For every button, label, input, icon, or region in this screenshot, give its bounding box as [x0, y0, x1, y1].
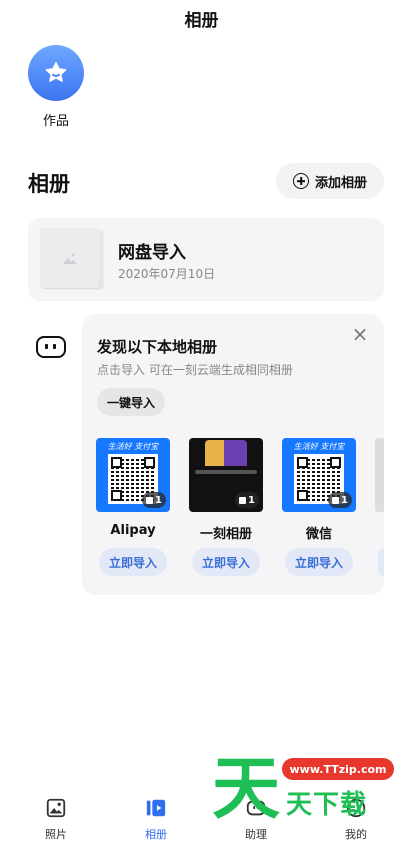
- close-icon[interactable]: ×: [351, 324, 369, 344]
- photo-count-badge: 1: [142, 492, 166, 508]
- star-icon: [45, 62, 67, 82]
- assistant-robot-icon: [36, 336, 66, 358]
- image-placeholder-icon: [63, 253, 77, 264]
- add-circle-icon: [292, 173, 309, 189]
- tab-label: 相册: [145, 828, 167, 841]
- tab-photos[interactable]: 照片: [26, 785, 86, 842]
- add-album-button[interactable]: 添加相册: [276, 163, 384, 199]
- works-label: 作品: [42, 114, 69, 129]
- figures-image: [205, 440, 247, 466]
- tab-albums[interactable]: 相册: [126, 785, 186, 842]
- import-now-button[interactable]: 立即导入: [192, 548, 260, 576]
- local-album-name: 一刻相册: [199, 527, 252, 542]
- banner-text: 生活好 支付宝: [293, 442, 345, 451]
- local-album-name: 微信: [305, 527, 332, 542]
- discover-subtitle: 点击导入 可在一刻云端生成相同相册: [97, 363, 293, 377]
- watermark-logo: 天 www.TTzip.com 天下载: [210, 748, 403, 841]
- watermark-text: 天下载: [286, 790, 368, 820]
- photo-count-badge: 1: [235, 492, 259, 508]
- discover-title: 发现以下本地相册: [97, 338, 218, 356]
- photo-count-badge: 1: [328, 492, 352, 508]
- local-album-thumbnail-yike[interactable]: 1: [189, 438, 263, 512]
- local-album-thumbnail-wechat[interactable]: 生活好 支付宝 1: [282, 438, 356, 512]
- album-name: 网盘导入: [118, 243, 186, 263]
- import-now-button[interactable]: 立即导入: [99, 548, 167, 576]
- import-now-button[interactable]: 立即导入: [285, 548, 353, 576]
- album-thumbnail: [40, 228, 104, 290]
- next-import-button[interactable]: [378, 548, 384, 576]
- tab-label: 照片: [45, 828, 67, 841]
- watermark-url: www.TTzip.com: [282, 758, 394, 780]
- image-icon: [46, 798, 66, 818]
- album-icon: [146, 799, 166, 817]
- banner-text: 生活好 支付宝: [107, 442, 159, 451]
- works-button[interactable]: [28, 45, 84, 101]
- local-album-name: Alipay: [110, 523, 156, 538]
- local-album-thumbnail-alipay[interactable]: 生活好 支付宝 1: [96, 438, 170, 512]
- watermark-big-char: 天: [212, 750, 281, 829]
- albums-section-title: 相册: [28, 172, 70, 196]
- import-all-button[interactable]: 一键导入: [97, 388, 165, 416]
- page-title: 相册: [184, 10, 219, 31]
- next-album-thumbnail[interactable]: [375, 438, 384, 512]
- add-album-label: 添加相册: [314, 175, 367, 191]
- album-date: 2020年07月10日: [118, 267, 216, 281]
